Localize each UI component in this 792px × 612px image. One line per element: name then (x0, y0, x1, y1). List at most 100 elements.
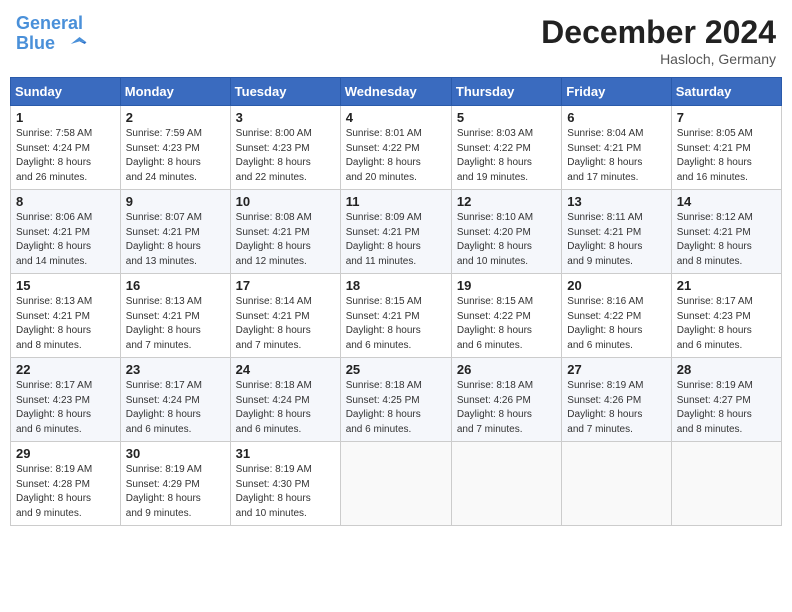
day-number: 28 (677, 362, 776, 377)
calendar-day-cell: 31Sunrise: 8:19 AM Sunset: 4:30 PM Dayli… (230, 442, 340, 526)
calendar-day-cell: 14Sunrise: 8:12 AM Sunset: 4:21 PM Dayli… (671, 190, 781, 274)
title-area: December 2024 Hasloch, Germany (541, 14, 776, 67)
weekday-header-cell: Monday (120, 78, 230, 106)
calendar-week-row: 15 Sunrise: 8:13 AM Sunset: 4:21 PM Dayli… (11, 274, 782, 358)
day-info: Sunrise: 8:04 AM Sunset: 4:21 PM Dayligh… (567, 127, 665, 185)
calendar-day-cell (340, 442, 451, 526)
calendar-day-cell: 8 Sunrise: 8:06 AM Sunset: 4:21 PM Daylig… (11, 190, 121, 274)
day-number: 30 (126, 446, 225, 461)
day-info: Sunrise: 8:10 AM Sunset: 4:20 PM Dayligh… (457, 211, 556, 269)
day-info: Sunrise: 8:16 AM Sunset: 4:22 PM Dayligh… (567, 295, 665, 353)
calendar-day-cell: 7Sunrise: 8:05 AM Sunset: 4:21 PM Daylig… (671, 106, 781, 190)
calendar-day-cell: 19 Sunrise: 8:15 AM Sunset: 4:22 PM Dayli… (451, 274, 561, 358)
day-info: Sunrise: 8:19 AM Sunset: 4:29 PM Dayligh… (126, 463, 225, 521)
subtitle: Hasloch, Germany (541, 51, 776, 67)
calendar-table: SundayMondayTuesdayWednesdayThursdayFrid… (10, 77, 782, 526)
day-info: Sunrise: 8:18 AM Sunset: 4:24 PM Dayligh… (236, 379, 335, 437)
month-title: December 2024 (541, 14, 776, 51)
day-number: 13 (567, 194, 665, 209)
calendar-day-cell: 18Sunrise: 8:15 AM Sunset: 4:21 PM Dayli… (340, 274, 451, 358)
day-number: 21 (677, 278, 776, 293)
day-info: Sunrise: 8:17 AM Sunset: 4:24 PM Dayligh… (126, 379, 225, 437)
day-info: Sunrise: 8:15 AM Sunset: 4:21 PM Dayligh… (346, 295, 446, 353)
day-info: Sunrise: 7:59 AM Sunset: 4:23 PM Dayligh… (126, 127, 225, 185)
calendar-day-cell: 23 Sunrise: 8:17 AM Sunset: 4:24 PM Dayli… (120, 358, 230, 442)
calendar-day-cell: 21 Sunrise: 8:17 AM Sunset: 4:23 PM Dayli… (671, 274, 781, 358)
weekday-header-cell: Saturday (671, 78, 781, 106)
day-info: Sunrise: 8:13 AM Sunset: 4:21 PM Dayligh… (16, 295, 115, 353)
day-info: Sunrise: 8:19 AM Sunset: 4:27 PM Dayligh… (677, 379, 776, 437)
day-info: Sunrise: 8:18 AM Sunset: 4:25 PM Dayligh… (346, 379, 446, 437)
calendar-day-cell: 16 Sunrise: 8:13 AM Sunset: 4:21 PM Dayli… (120, 274, 230, 358)
day-info: Sunrise: 8:03 AM Sunset: 4:22 PM Dayligh… (457, 127, 556, 185)
day-number: 6 (567, 110, 665, 125)
calendar-day-cell: 30 Sunrise: 8:19 AM Sunset: 4:29 PM Dayli… (120, 442, 230, 526)
day-info: Sunrise: 8:17 AM Sunset: 4:23 PM Dayligh… (677, 295, 776, 353)
day-number: 17 (236, 278, 335, 293)
logo-bird-icon (62, 35, 90, 53)
calendar-day-cell: 17 Sunrise: 8:14 AM Sunset: 4:21 PM Dayli… (230, 274, 340, 358)
calendar-week-row: 1 Sunrise: 7:58 AM Sunset: 4:24 PM Daylig… (11, 106, 782, 190)
day-info: Sunrise: 8:01 AM Sunset: 4:22 PM Dayligh… (346, 127, 446, 185)
calendar-day-cell: 29 Sunrise: 8:19 AM Sunset: 4:28 PM Dayli… (11, 442, 121, 526)
calendar-day-cell: 28 Sunrise: 8:19 AM Sunset: 4:27 PM Dayli… (671, 358, 781, 442)
day-info: Sunrise: 8:17 AM Sunset: 4:23 PM Dayligh… (16, 379, 115, 437)
calendar-day-cell: 3Sunrise: 8:00 AM Sunset: 4:23 PM Daylig… (230, 106, 340, 190)
day-info: Sunrise: 8:08 AM Sunset: 4:21 PM Dayligh… (236, 211, 335, 269)
day-number: 29 (16, 446, 115, 461)
day-info: Sunrise: 8:15 AM Sunset: 4:22 PM Dayligh… (457, 295, 556, 353)
weekday-header-cell: Friday (562, 78, 671, 106)
day-number: 26 (457, 362, 556, 377)
day-number: 1 (16, 110, 115, 125)
day-number: 16 (126, 278, 225, 293)
calendar-day-cell: 2 Sunrise: 7:59 AM Sunset: 4:23 PM Daylig… (120, 106, 230, 190)
logo: General Blue (16, 14, 90, 54)
day-number: 11 (346, 194, 446, 209)
day-number: 20 (567, 278, 665, 293)
calendar-body: 1 Sunrise: 7:58 AM Sunset: 4:24 PM Daylig… (11, 106, 782, 526)
day-number: 23 (126, 362, 225, 377)
calendar-day-cell: 13 Sunrise: 8:11 AM Sunset: 4:21 PM Dayli… (562, 190, 671, 274)
calendar-week-row: 22 Sunrise: 8:17 AM Sunset: 4:23 PM Dayli… (11, 358, 782, 442)
weekday-header-cell: Wednesday (340, 78, 451, 106)
calendar-day-cell: 5Sunrise: 8:03 AM Sunset: 4:22 PM Daylig… (451, 106, 561, 190)
day-number: 3 (236, 110, 335, 125)
day-number: 10 (236, 194, 335, 209)
day-info: Sunrise: 8:07 AM Sunset: 4:21 PM Dayligh… (126, 211, 225, 269)
calendar-day-cell (562, 442, 671, 526)
calendar-day-cell: 15 Sunrise: 8:13 AM Sunset: 4:21 PM Dayli… (11, 274, 121, 358)
day-info: Sunrise: 8:12 AM Sunset: 4:21 PM Dayligh… (677, 211, 776, 269)
day-number: 8 (16, 194, 115, 209)
day-info: Sunrise: 8:19 AM Sunset: 4:26 PM Dayligh… (567, 379, 665, 437)
day-info: Sunrise: 8:14 AM Sunset: 4:21 PM Dayligh… (236, 295, 335, 353)
day-number: 15 (16, 278, 115, 293)
day-number: 31 (236, 446, 335, 461)
day-info: Sunrise: 8:09 AM Sunset: 4:21 PM Dayligh… (346, 211, 446, 269)
day-info: Sunrise: 7:58 AM Sunset: 4:24 PM Dayligh… (16, 127, 115, 185)
calendar-day-cell: 1 Sunrise: 7:58 AM Sunset: 4:24 PM Daylig… (11, 106, 121, 190)
day-number: 22 (16, 362, 115, 377)
calendar-day-cell: 26 Sunrise: 8:18 AM Sunset: 4:26 PM Dayli… (451, 358, 561, 442)
day-number: 2 (126, 110, 225, 125)
day-number: 12 (457, 194, 556, 209)
weekday-header-cell: Tuesday (230, 78, 340, 106)
calendar-week-row: 29 Sunrise: 8:19 AM Sunset: 4:28 PM Dayli… (11, 442, 782, 526)
day-number: 25 (346, 362, 446, 377)
calendar-day-cell: 4Sunrise: 8:01 AM Sunset: 4:22 PM Daylig… (340, 106, 451, 190)
day-number: 27 (567, 362, 665, 377)
calendar-day-cell (671, 442, 781, 526)
day-number: 19 (457, 278, 556, 293)
day-info: Sunrise: 8:05 AM Sunset: 4:21 PM Dayligh… (677, 127, 776, 185)
calendar-day-cell: 9Sunrise: 8:07 AM Sunset: 4:21 PM Daylig… (120, 190, 230, 274)
day-info: Sunrise: 8:13 AM Sunset: 4:21 PM Dayligh… (126, 295, 225, 353)
day-info: Sunrise: 8:06 AM Sunset: 4:21 PM Dayligh… (16, 211, 115, 269)
day-info: Sunrise: 8:19 AM Sunset: 4:28 PM Dayligh… (16, 463, 115, 521)
calendar-day-cell: 6 Sunrise: 8:04 AM Sunset: 4:21 PM Daylig… (562, 106, 671, 190)
calendar-day-cell: 25 Sunrise: 8:18 AM Sunset: 4:25 PM Dayli… (340, 358, 451, 442)
calendar-day-cell: 22 Sunrise: 8:17 AM Sunset: 4:23 PM Dayli… (11, 358, 121, 442)
day-info: Sunrise: 8:18 AM Sunset: 4:26 PM Dayligh… (457, 379, 556, 437)
calendar-day-cell: 20 Sunrise: 8:16 AM Sunset: 4:22 PM Dayli… (562, 274, 671, 358)
day-number: 24 (236, 362, 335, 377)
weekday-header-cell: Sunday (11, 78, 121, 106)
day-info: Sunrise: 8:11 AM Sunset: 4:21 PM Dayligh… (567, 211, 665, 269)
